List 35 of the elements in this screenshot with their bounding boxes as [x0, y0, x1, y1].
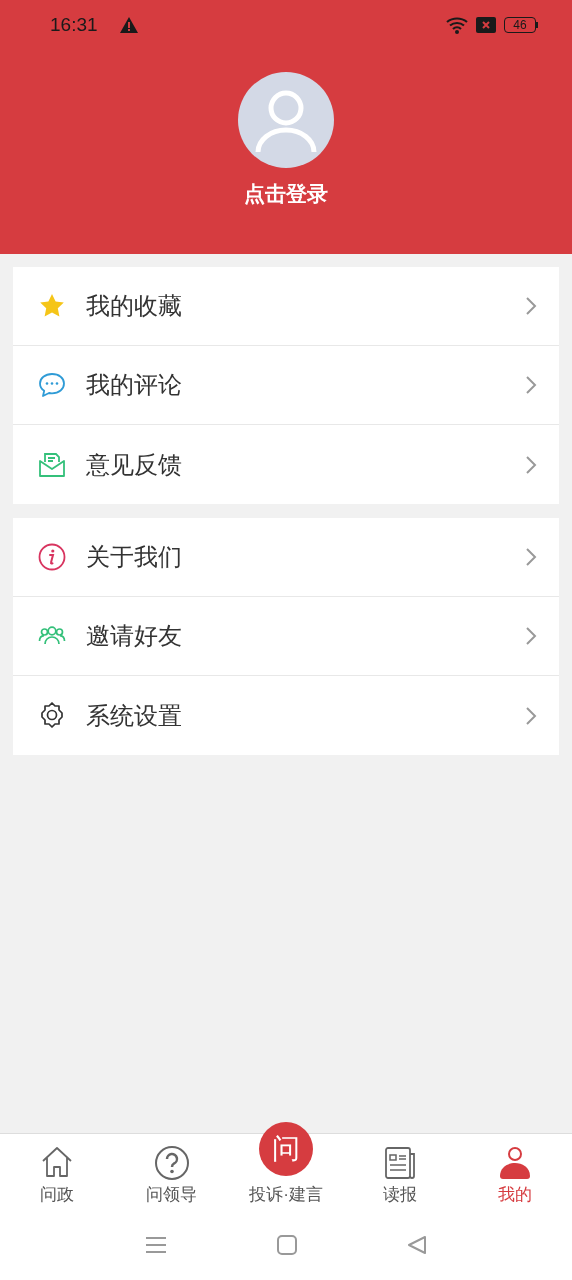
- settings-icon: [38, 701, 66, 730]
- question-icon: [154, 1146, 189, 1180]
- login-link[interactable]: 点击登录: [244, 178, 328, 210]
- menu-item[interactable]: 意见反馈: [13, 425, 559, 504]
- ask-badge: 问: [259, 1122, 313, 1176]
- chevron-right-icon: [525, 296, 537, 316]
- menu-item[interactable]: 关于我们: [13, 518, 559, 597]
- nav-tab[interactable]: 问 投诉·建言: [228, 1119, 344, 1217]
- chevron-right-icon: [525, 375, 537, 395]
- envelope-icon: [38, 450, 66, 479]
- back-icon[interactable]: [407, 1234, 427, 1255]
- chevron-right-icon: [525, 626, 537, 646]
- nav-tab[interactable]: 我的: [457, 1134, 572, 1217]
- menu-item[interactable]: 系统设置: [13, 676, 559, 755]
- nav-tab[interactable]: 读报: [343, 1134, 458, 1217]
- chevron-right-icon: [525, 705, 537, 726]
- person-icon: [497, 1146, 532, 1180]
- info-icon: [38, 543, 66, 571]
- battery-icon: 46: [504, 17, 536, 33]
- menu-item[interactable]: 邀请好友: [13, 597, 559, 676]
- chevron-right-icon: [525, 547, 537, 567]
- speech-bubble-icon: [38, 371, 66, 399]
- nav-tab[interactable]: 问政: [0, 1134, 115, 1217]
- warning-icon: [119, 17, 138, 33]
- chevron-right-icon: [525, 454, 537, 475]
- avatar-icon: [238, 72, 334, 168]
- status-time: 16:31: [50, 12, 98, 37]
- sim-off-icon: [476, 17, 496, 33]
- menu-item[interactable]: 我的收藏: [13, 267, 559, 346]
- wifi-icon: [446, 16, 470, 34]
- menu-icon[interactable]: [145, 1235, 167, 1254]
- home-square-icon[interactable]: [277, 1234, 297, 1255]
- newspaper-icon: [383, 1146, 418, 1180]
- nav-tab[interactable]: 问领导: [114, 1134, 229, 1217]
- menu-item[interactable]: 我的评论: [13, 346, 559, 425]
